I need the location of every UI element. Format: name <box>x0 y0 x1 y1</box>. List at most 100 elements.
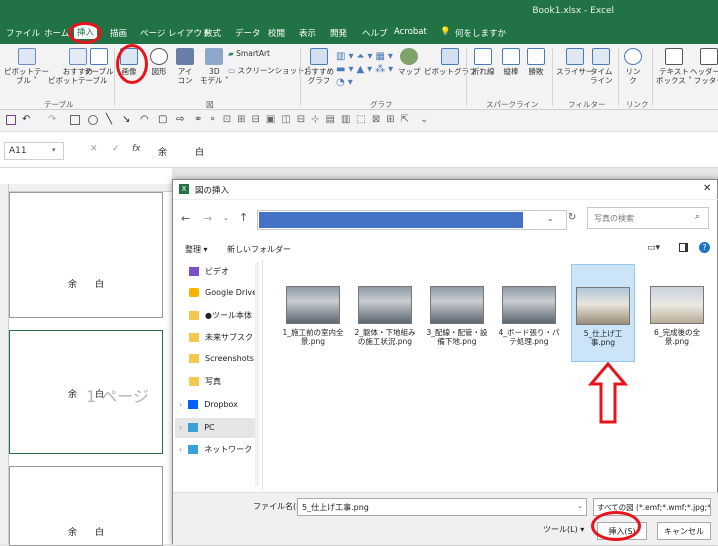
nav-item-photos[interactable]: 写真 <box>189 376 221 387</box>
name-box-dropdown-icon[interactable]: ▾ <box>52 146 56 154</box>
file-item-selected[interactable]: 5_仕上げ工事.png <box>571 264 635 362</box>
tell-me-search[interactable]: 何をしますか <box>455 27 506 39</box>
forward-icon[interactable]: → <box>203 212 212 225</box>
filename-dropdown-icon[interactable]: ⌄ <box>577 502 583 510</box>
expand-icon: › <box>179 445 183 454</box>
confirm-entry-icon[interactable]: ✓ <box>112 144 120 154</box>
rectangle-icon[interactable] <box>70 115 80 125</box>
shape-tools-icons[interactable]: ⚭⚬⊡⊞⊟▣◫⊟⊹▤▥⬚⊠⊞⇱ <box>194 114 415 125</box>
right-arrow-icon[interactable]: ⇨ <box>176 114 184 125</box>
link-button[interactable]: リン ク <box>624 48 642 85</box>
nav-scrollbar[interactable] <box>255 262 259 486</box>
file-item[interactable]: 2_躯体・下地組みの施工状況.png <box>353 264 417 362</box>
freeform-icon[interactable]: ◠ <box>140 114 149 125</box>
icons-button[interactable]: アイ コン <box>176 48 194 85</box>
file-item[interactable]: 4_ボード張り・パテ処理.png <box>497 264 561 362</box>
file-name: 2_躯体・下地組みの施工状況.png <box>354 328 416 346</box>
formula-input[interactable]: 余白 <box>158 145 232 158</box>
sparkline-column-button[interactable]: 縦棒 <box>502 48 520 76</box>
close-icon[interactable]: ✕ <box>703 183 711 194</box>
tab-data[interactable]: データ <box>235 27 261 39</box>
pivot-chart-button[interactable]: ピボットグラフ <box>424 48 477 76</box>
function-icon[interactable]: fx <box>132 144 141 154</box>
nav-item-mirai[interactable]: 未来サブスク <box>189 332 253 343</box>
address-bar[interactable] <box>257 210 567 230</box>
redo-icon[interactable]: ↷ <box>48 114 56 125</box>
tab-home[interactable]: ホーム <box>44 27 69 39</box>
worksheet[interactable]: 余白 余白 1 ページ 余白 <box>0 168 172 546</box>
address-path-redacted <box>259 212 523 228</box>
slicer-button[interactable]: スライサー <box>556 48 594 76</box>
screenshot-button[interactable]: ▭ スクリーンショット ˅ <box>228 66 311 75</box>
excel-icon: X <box>179 184 189 194</box>
nav-item-dropbox[interactable]: › Dropbox <box>179 400 238 409</box>
recent-dropdown-icon[interactable]: ⌄ <box>223 214 229 222</box>
tools-dropdown[interactable]: ツール(L) ▾ <box>543 524 584 535</box>
slicer-icon <box>565 48 584 65</box>
formula-bar: A11 ▾ ✕ ✓ fx 余白 <box>0 132 718 168</box>
nav-label: 未来サブスク <box>205 333 253 342</box>
filename-input[interactable]: 5_仕上げ工事.png <box>297 498 587 516</box>
tab-developer[interactable]: 開発 <box>330 27 347 39</box>
folder-icon <box>189 333 199 342</box>
cancel-button[interactable]: キャンセル <box>657 522 711 540</box>
sparkline-winloss-button[interactable]: 勝敗 <box>527 48 545 76</box>
ribbon-separator <box>466 48 467 106</box>
rounded-rect-icon[interactable]: ▢ <box>158 114 167 125</box>
cancel-entry-icon[interactable]: ✕ <box>90 144 98 154</box>
nav-item-network[interactable]: › ネットワーク <box>179 444 252 455</box>
line-icon[interactable]: ╲ <box>106 114 112 125</box>
chart-type-gallery[interactable]: ▥▾⏶▾▦▾ ▬▾▲▾⁂▾ ◔▾ <box>336 50 393 90</box>
3d-models-label: 3D モデル ˅ <box>200 67 229 85</box>
pivot-table-button[interactable]: ピボットテー ブル ˅ <box>4 48 49 85</box>
tab-view[interactable]: 表示 <box>299 27 316 39</box>
tab-page-layout[interactable]: ページ レイアウト <box>140 27 211 39</box>
file-item[interactable]: 3_配線・配管・設備下地.png <box>425 264 489 362</box>
view-options-icon[interactable]: ▭▾ <box>647 243 660 253</box>
table-button[interactable]: テーブル <box>84 48 114 76</box>
recommended-charts-button[interactable]: おすすめ グラフ <box>304 48 334 85</box>
sparkline-line-button[interactable]: 折れ線 <box>472 48 495 76</box>
nav-item-google-drive[interactable]: Google Drive <box>189 288 257 297</box>
new-folder-button[interactable]: 新しいフォルダー <box>227 244 291 255</box>
help-icon[interactable]: ? <box>699 242 710 253</box>
undo-icon[interactable]: ↶ <box>22 114 30 125</box>
customize-toolbar-icon[interactable]: ⌄ <box>420 114 428 125</box>
search-input[interactable]: 写真の検索 <box>587 207 709 229</box>
selected-page-region[interactable]: 余白 1 ページ <box>9 330 163 454</box>
tab-file[interactable]: ファイル <box>6 27 40 39</box>
nav-item-screenshots[interactable]: Screenshots <box>189 354 254 363</box>
tab-draw[interactable]: 描画 <box>110 27 127 39</box>
refresh-icon[interactable]: ↻ <box>568 212 576 223</box>
file-item[interactable]: 6_完成後の全景.png <box>645 264 709 362</box>
textbox-button[interactable]: テキスト ボックス ˅ <box>656 48 692 85</box>
tab-help[interactable]: ヘルプ <box>362 27 388 39</box>
back-icon[interactable]: ← <box>181 212 190 225</box>
ribbon-separator <box>618 48 619 106</box>
tab-formulas[interactable]: 数式 <box>204 27 221 39</box>
3d-models-button[interactable]: 3D モデル ˅ <box>200 48 229 85</box>
up-icon[interactable]: ↑ <box>239 211 248 224</box>
map-button[interactable]: マップ <box>398 48 421 76</box>
address-dropdown-icon[interactable]: ⌄ <box>547 214 554 223</box>
timeline-button[interactable]: タイム ライン <box>590 48 613 85</box>
page-region[interactable]: 余白 <box>9 466 163 546</box>
file-item[interactable]: 1_施工前の室内全景.png <box>281 264 345 362</box>
nav-item-videos[interactable]: ビデオ <box>189 266 229 277</box>
header-footer-button[interactable]: ヘッダーと フッター <box>690 48 718 85</box>
tab-review[interactable]: 校閲 <box>268 27 285 39</box>
page-region[interactable]: 余白 <box>9 192 163 318</box>
nav-item-tools[interactable]: ●ツール本体 <box>189 310 252 321</box>
shapes-button[interactable]: 図形 <box>150 48 168 76</box>
smartart-button[interactable]: ▰ SmartArt <box>228 49 270 58</box>
save-icon[interactable] <box>6 115 16 125</box>
preview-pane-icon[interactable] <box>679 243 688 252</box>
tab-acrobat[interactable]: Acrobat <box>394 27 427 37</box>
page-watermark: 1 ページ <box>86 387 149 406</box>
arrow-line-icon[interactable]: ↘ <box>122 114 130 125</box>
up-arrow-icon <box>588 362 628 424</box>
winloss-sparkline-icon <box>527 48 545 65</box>
nav-item-pc[interactable]: › PC <box>175 418 259 438</box>
organize-button[interactable]: 整理 ▾ <box>185 244 208 255</box>
oval-icon[interactable] <box>88 115 98 125</box>
